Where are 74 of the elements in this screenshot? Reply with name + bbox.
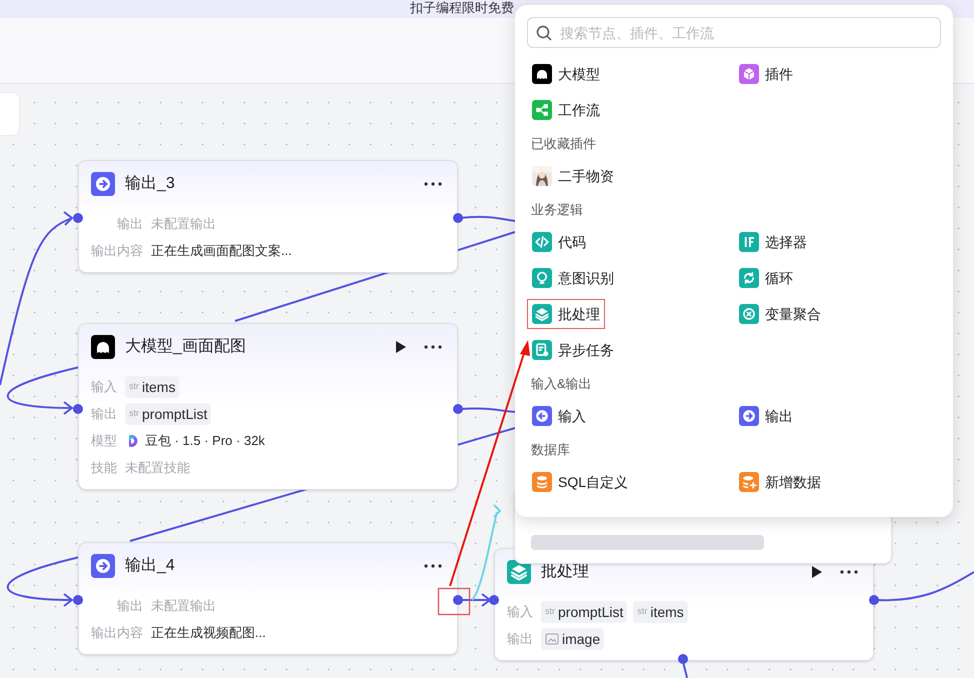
field-label: 输出内容 [91, 242, 143, 260]
banner-text: 扣子编程限时免费 [410, 0, 514, 16]
field-label: 输出 [91, 405, 117, 423]
field-value: 豆包 · 1.5 · Pro · 32k [145, 432, 265, 450]
field-value: 未配置输出 [151, 597, 216, 616]
tag-name: image [562, 630, 600, 649]
loop-icon [739, 268, 759, 288]
type-label: str [637, 605, 648, 618]
play-icon [395, 340, 407, 354]
tag-name: promptList [142, 404, 208, 424]
tag-name: items [142, 378, 176, 396]
type-label: str [545, 605, 555, 618]
field-label: 输出 [507, 630, 533, 648]
node-title: 输出_4 [125, 556, 176, 576]
layers-icon [532, 304, 552, 324]
field-value: 未配置输出 [151, 215, 216, 234]
menu-item[interactable]: SQL自定义 [527, 467, 634, 497]
menu-item[interactable]: 批处理 [527, 299, 605, 329]
ghost-icon [532, 64, 552, 84]
menu-item[interactable]: 二手物资 [527, 161, 619, 191]
more-icon [424, 345, 442, 349]
search-icon [536, 25, 552, 41]
field-label: 输出内容 [91, 624, 143, 642]
field-label: 输入 [91, 378, 117, 396]
document-clock-icon [532, 340, 552, 360]
image-icon [545, 633, 559, 645]
field-label: 模型 [91, 432, 117, 450]
more-icon [840, 570, 858, 574]
field-value: 正在生成画面配图文案... [151, 242, 292, 260]
ghost-icon [91, 335, 115, 359]
section-heading: 已收藏插件 [530, 135, 597, 153]
menu-item[interactable]: 输入 [527, 401, 591, 431]
cube-icon [739, 64, 759, 84]
node-card[interactable]: 输出_4 输出 未配置输出 输出内容 正在生成视频配图... [78, 542, 458, 655]
section-heading: 数据库 [530, 441, 571, 459]
field-label: 输入 [507, 603, 533, 621]
play-icon [811, 565, 823, 579]
field-label: 输出 [116, 597, 143, 615]
node-title: 输出_3 [125, 174, 176, 194]
tag-name: promptList [558, 602, 624, 622]
node-card[interactable]: 大模型_画面配图 输入 str items 输出 str promptList 模型 豆包 · 1.5 · Pro · 32k 技能 未配置技能 [78, 323, 458, 490]
node-card[interactable]: 输出_3 输出 未配置输出 输出内容 正在生成画面配图文案... [78, 160, 458, 273]
tag-name: items [650, 602, 684, 622]
field-value: 未配置技能 [125, 459, 190, 478]
menu-item[interactable]: 循环 [734, 263, 798, 293]
branch-icon [739, 232, 759, 252]
menu-item[interactable]: 意图识别 [527, 263, 619, 293]
type-label: str [129, 407, 139, 420]
more-icon [424, 564, 442, 568]
section-heading: 业务逻辑 [530, 201, 584, 219]
code-icon [532, 232, 552, 252]
menu-item[interactable]: 输出 [734, 401, 798, 431]
menu-item[interactable]: 变量聚合 [734, 299, 826, 329]
menu-item[interactable]: 异步任务 [527, 335, 619, 365]
database-icon [532, 472, 552, 492]
more-icon [424, 182, 442, 186]
menu-item[interactable]: 代码 [527, 227, 591, 257]
field-label: 输出 [116, 215, 143, 233]
menu-item[interactable]: 插件 [734, 59, 798, 89]
field-label: 技能 [91, 459, 117, 477]
node-title: 大模型_画面配图 [125, 336, 247, 357]
database-plus-icon [739, 472, 759, 492]
menu-item[interactable]: 选择器 [734, 227, 812, 257]
section-heading: 输入&输出 [530, 375, 593, 393]
annotation-box [438, 588, 470, 616]
menu-item[interactable]: 大模型 [527, 59, 605, 89]
bulb-icon [532, 268, 552, 288]
menu-item[interactable]: 工作流 [527, 95, 605, 125]
workflow-icon [532, 100, 552, 120]
type-label: str [129, 380, 139, 394]
search-field[interactable]: 搜索节点、插件、工作流 [527, 17, 941, 48]
field-value: 正在生成视频配图... [151, 624, 266, 642]
menu-item[interactable]: 新增数据 [734, 467, 826, 497]
variable-icon [739, 304, 759, 324]
